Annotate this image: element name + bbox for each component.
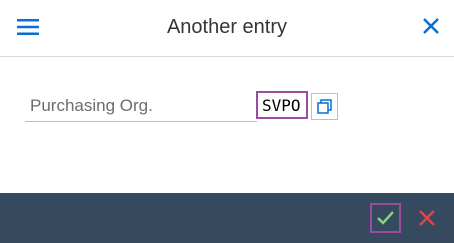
value-help-button[interactable]: [311, 93, 338, 120]
cancel-button[interactable]: [414, 205, 440, 231]
confirm-button[interactable]: [370, 203, 401, 233]
field-underline: [25, 121, 257, 122]
purchasing-org-label: Purchasing Org.: [30, 96, 153, 115]
copy-icon: [312, 94, 337, 119]
dialog-title: Another entry: [166, 16, 288, 38]
close-icon[interactable]: [422, 17, 440, 35]
purchasing-org-input[interactable]: SVPO: [256, 91, 308, 119]
purchasing-org-field-row: Purchasing Org. SVPO: [25, 88, 345, 124]
dialog-header: Another entry: [0, 0, 454, 57]
checkmark-icon: [372, 205, 399, 231]
dialog-footer: [0, 193, 454, 243]
cancel-x-icon: [414, 205, 440, 231]
